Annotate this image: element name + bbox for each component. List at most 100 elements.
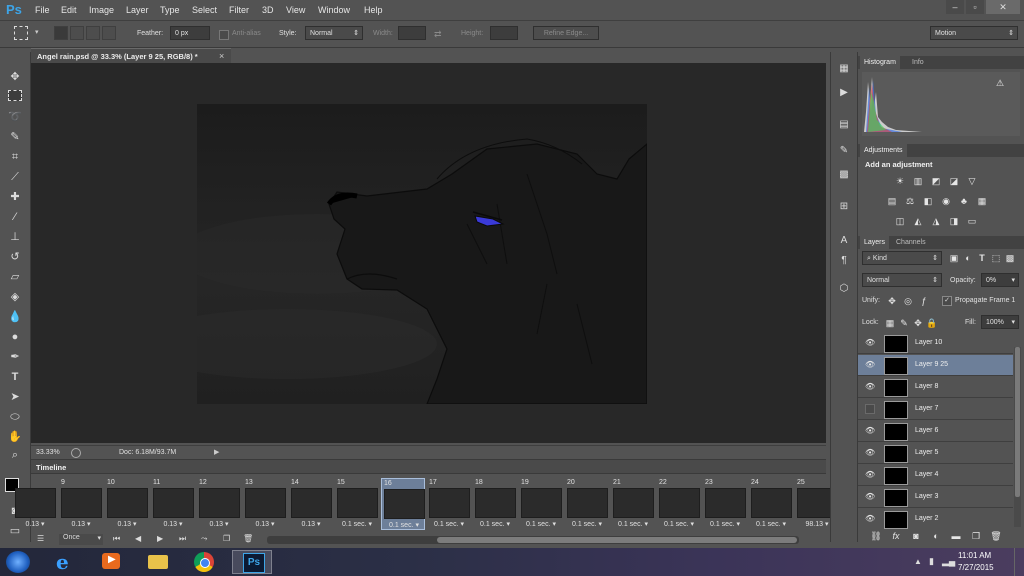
channel-mixer-icon[interactable]: ♣ [958,196,970,206]
timeline-frame[interactable]: 15 0.1 sec. ▾ [335,478,379,530]
eye-icon[interactable]: 👁 [865,514,875,523]
timeline-frame[interactable]: 18 0.1 sec. ▾ [473,478,517,530]
lock-position-icon[interactable]: ✥ [912,318,924,328]
file-explorer-icon[interactable] [138,550,178,574]
photoshop-taskbar-icon[interactable]: Ps [232,550,272,574]
layer-row[interactable]: 👁 Layer 10 [858,333,1013,354]
play-icon[interactable]: ▶ [157,534,163,543]
artwork-canvas[interactable] [197,104,647,404]
layer-name[interactable]: Layer 7 [915,405,938,412]
menu-filter[interactable]: Filter [229,5,249,15]
color-balance-icon[interactable]: ⚖ [904,196,916,206]
frame-delay[interactable]: 0.13 ▾ [289,520,333,528]
workspace-select[interactable]: Motion ⇕ [930,26,1018,40]
loop-select[interactable]: Once ▾ [59,534,103,545]
move-tool-icon[interactable]: ✥ [7,70,23,84]
close-window-button[interactable]: ✕ [986,0,1020,14]
swatches-panel-icon[interactable]: ▩ [836,168,852,182]
layer-row[interactable]: 👁 Layer 2 [858,509,1013,529]
frame-delay[interactable]: 0.1 sec. ▾ [657,520,701,528]
menu-image[interactable]: Image [89,5,114,15]
type-tool-icon[interactable]: T [7,370,23,384]
clone-stamp-tool-icon[interactable]: ⊥ [7,230,23,244]
timeline-frame[interactable]: 24 0.1 sec. ▾ [749,478,793,530]
layer-filter-select[interactable]: ⌕ Kind ⇕ [862,251,942,265]
chrome-icon[interactable] [184,550,224,574]
layer-name[interactable]: Layer 9 25 [915,361,948,368]
dodge-tool-icon[interactable]: ● [7,330,23,344]
timeline-frame[interactable]: 12 0.13 ▾ [197,478,241,530]
filter-smart-object-icon[interactable]: ▩ [1004,253,1016,263]
layer-name[interactable]: Layer 8 [915,383,938,390]
duplicate-frame-icon[interactable]: ❐ [223,534,230,543]
first-frame-icon[interactable]: ⏮ [113,534,120,544]
curves-icon[interactable]: ◩ [930,176,942,186]
frame-delay[interactable]: 0.13 ▾ [243,520,287,528]
timeline-frame[interactable]: 16 0.1 sec. ▾ [381,478,425,530]
pen-tool-icon[interactable]: ✒ [7,350,23,364]
timeline-frame[interactable]: 14 0.13 ▾ [289,478,333,530]
selective-color-icon[interactable]: ◨ [948,216,960,226]
gradient-map-icon[interactable]: ▭ [966,216,978,226]
marquee-tool-icon[interactable] [8,90,22,101]
timeline-frame[interactable]: 19 0.1 sec. ▾ [519,478,563,530]
eye-icon[interactable]: 👁 [865,492,875,501]
history-panel-icon[interactable]: ▦ [836,62,852,76]
layer-row[interactable]: Layer 7 [858,399,1013,420]
subtract-selection-icon[interactable] [86,26,100,40]
frame-delay[interactable]: 0.1 sec. ▾ [427,520,471,528]
new-adjustment-layer-icon[interactable]: ◐ [930,531,942,541]
threshold-icon[interactable]: ◮ [930,216,942,226]
unify-style-icon[interactable]: ƒ [918,296,930,306]
layer-name[interactable]: Layer 10 [915,339,942,346]
frame-delay[interactable]: 0.13 ▾ [13,520,57,528]
menu-window[interactable]: Window [318,5,350,15]
blend-mode-select[interactable]: Normal ⇕ [862,273,942,287]
width-input[interactable] [398,26,426,40]
crop-tool-icon[interactable]: ⌗ [7,150,23,164]
warning-icon[interactable]: ⚠ [996,78,1004,89]
layer-row[interactable]: 👁 Layer 3 [858,487,1013,508]
chevron-down-icon[interactable]: ▾ [35,28,39,36]
timeline-frame[interactable]: 22 0.1 sec. ▾ [657,478,701,530]
lock-transparency-icon[interactable]: ▦ [884,318,896,328]
lasso-tool-icon[interactable]: ➰ [7,110,23,124]
brush-panel-icon[interactable]: ✎ [836,144,852,158]
next-frame-icon[interactable]: ⏭ [179,534,186,544]
eye-icon[interactable]: 👁 [865,426,875,435]
feather-input[interactable]: 0 px [170,26,210,40]
frame-delay[interactable]: 0.1 sec. ▾ [565,520,609,528]
menu-file[interactable]: File [35,5,50,15]
frame-delay[interactable]: 0.13 ▾ [151,520,195,528]
frame-delay[interactable]: 0.1 sec. ▾ [382,521,426,529]
layer-row[interactable]: 👁 Layer 8 [858,377,1013,398]
network-icon[interactable]: ▮ [929,556,934,567]
menu-help[interactable]: Help [364,5,383,15]
history-brush-tool-icon[interactable]: ↺ [7,250,23,264]
timeline-frame[interactable]: 10 0.13 ▾ [105,478,149,530]
frame-delay[interactable]: 0.1 sec. ▾ [335,520,379,528]
properties-panel-icon[interactable]: ▤ [836,118,852,132]
layer-name[interactable]: Layer 4 [915,471,938,478]
unify-visibility-icon[interactable]: ◎ [902,296,914,306]
actions-panel-icon[interactable]: ▶ [836,86,852,100]
brightness-icon[interactable]: ☀ [894,176,906,186]
media-player-icon[interactable]: ▶ [92,550,132,574]
layers-scroll-thumb[interactable] [1015,347,1020,497]
zoom-level[interactable]: 33.33% [36,449,60,456]
timeline-frame[interactable]: 13 0.13 ▾ [243,478,287,530]
path-selection-tool-icon[interactable]: ➤ [7,390,23,404]
fill-input[interactable]: 100% ▾ [981,315,1019,329]
style-select[interactable]: Normal ⇕ [305,26,363,40]
menu-edit[interactable]: Edit [61,5,77,15]
opacity-input[interactable]: 0% ▾ [981,273,1019,287]
blur-tool-icon[interactable]: 💧 [7,310,23,324]
document-tab[interactable]: Angel rain.psd @ 33.3% (Layer 9 25, RGB/… [31,48,231,64]
timeline-frame[interactable]: 11 0.13 ▾ [151,478,195,530]
vibrance-icon[interactable]: ▽ [966,176,978,186]
clock-time[interactable]: 11:01 AM [958,551,991,560]
hand-tool-icon[interactable]: ✋ [7,430,23,444]
layer-row[interactable]: 👁 Layer 6 [858,421,1013,442]
frame-delay[interactable]: 0.1 sec. ▾ [473,520,517,528]
marquee-preset-icon[interactable] [14,26,28,40]
